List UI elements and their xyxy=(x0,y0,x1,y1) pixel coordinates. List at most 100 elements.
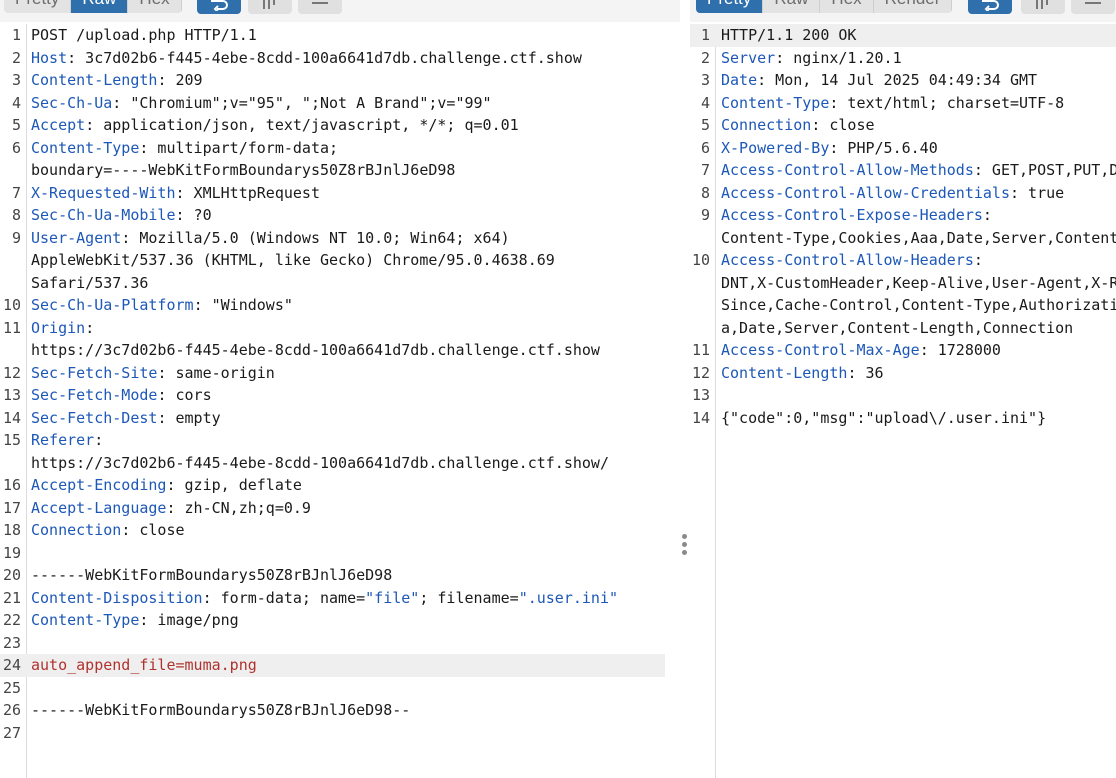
line-segment: : "Chromium";v="95", ";Not A Brand";v="9… xyxy=(112,93,492,112)
header-name: Accept xyxy=(31,116,86,134)
tab-hex[interactable]: Hex xyxy=(128,0,182,13)
pane-splitter[interactable] xyxy=(680,0,690,778)
header-name: Host xyxy=(31,48,68,67)
response-editor[interactable]: 1 HTTP/1.1 200 OK 2 Server: nginx/1.20.1 3 Da… xyxy=(690,24,1116,778)
response-view-tabs: Pretty Raw Hex Render xyxy=(696,0,953,13)
line-segment: https://3c7d02b6-f445-4ebe-8cdd-100a6641… xyxy=(31,341,600,359)
code-line: 17 Accept-Language: zh-CN,zh;q=0.9 xyxy=(0,497,680,520)
line-number: 5 xyxy=(11,116,21,134)
line-text: ------WebKitFormBoundarys50Z8rBJnlJ6eD98… xyxy=(31,699,410,722)
code-line: 7 Access-Control-Allow-Methods: GET,POST,… xyxy=(690,159,1116,182)
line-number: 4 xyxy=(11,93,21,112)
code-line: 4 Content-Type: text/html; charset=UTF-8 xyxy=(690,92,1116,115)
code-line: 2 Server: nginx/1.20.1 xyxy=(690,47,1116,70)
tab-render[interactable]: Render xyxy=(873,0,953,13)
line-segment: : xyxy=(973,251,983,269)
line-segment: : gzip, deflate xyxy=(166,476,302,494)
code-line: 24 auto_append_file=muma.png xyxy=(0,654,665,677)
response-menu-button[interactable] xyxy=(1071,0,1115,14)
header-name: Sec-Fetch-Site xyxy=(31,363,158,382)
code-line: 11 Access-Control-Max-Age: 1728000 xyxy=(690,339,1116,362)
request-menu-button[interactable] xyxy=(298,0,342,14)
line-number: 6 xyxy=(700,138,710,157)
code-line: 20 ------WebKitFormBoundarys50Z8rBJnlJ6eD… xyxy=(0,564,680,587)
code-line: 19 xyxy=(0,542,680,565)
line-segment: Safari/537.36 xyxy=(31,273,149,292)
line-number: 8 xyxy=(11,206,21,224)
header-name: Content-Type xyxy=(721,93,830,112)
code-line: 12 Sec-Fetch-Site: same-origin xyxy=(0,362,680,385)
line-segment: : Mon, 14 Jul 2025 04:49:34 GMT xyxy=(757,71,1038,89)
header-name: Connection xyxy=(31,521,122,539)
wrap-lines-button[interactable] xyxy=(197,0,241,14)
line-text: Sec-Ch-Ua-Platform: "Windows" xyxy=(31,294,293,317)
header-name: Accept-Language xyxy=(31,498,167,517)
code-line: 22 Content-Type: image/png xyxy=(0,609,680,632)
line-number: 5 xyxy=(700,116,710,134)
code-line: Since,Cache-Control,Content-Type,Authori… xyxy=(690,294,1116,317)
line-number: 23 xyxy=(2,633,21,652)
header-name: Connection xyxy=(721,116,812,134)
code-line: 12 Content-Length: 36 xyxy=(690,362,1116,385)
line-segment: : close xyxy=(121,521,185,539)
line-segment: "file" xyxy=(365,588,420,607)
tab-raw[interactable]: Raw xyxy=(763,0,821,13)
tab-pretty[interactable]: Pretty xyxy=(4,0,72,13)
line-number: 15 xyxy=(2,431,21,449)
line-segment: auto_append_file=muma.png xyxy=(31,656,257,674)
line-text: User-Agent: Mozilla/5.0 (Windows NT 10.0… xyxy=(31,227,510,250)
line-number: 11 xyxy=(2,318,21,337)
newline-button[interactable] xyxy=(1021,0,1065,14)
line-text: boundary=----WebKitFormBoundarys50Z8rBJn… xyxy=(31,159,455,182)
code-line: 2 Host: 3c7d02b6-f445-4ebe-8cdd-100a6641d… xyxy=(0,47,680,70)
wrap-lines-button[interactable] xyxy=(968,0,1012,14)
response-pane: Pretty Raw Hex Render 1HTTP/1.1 200 OK2S… xyxy=(690,0,1116,778)
header-name: Access-Control-Allow-Methods xyxy=(721,161,974,179)
header-name: Access-Control-Expose-Headers xyxy=(721,206,983,224)
line-number: 16 xyxy=(2,476,21,494)
line-text: DNT,X-CustomHeader,Keep-Alive,User-Agent… xyxy=(721,272,1116,295)
line-number: 20 xyxy=(2,566,21,584)
line-number: 9 xyxy=(700,206,710,224)
code-line: Content-Type,Cookies,Aaa,Date,Server,Con… xyxy=(690,227,1116,250)
line-text: Accept: application/json, text/javascrip… xyxy=(31,114,519,137)
request-editor[interactable]: 1 POST /upload.php HTTP/1.1 2 Host: 3c7d02b… xyxy=(0,24,680,778)
code-line: DNT,X-CustomHeader,Keep-Alive,User-Agent… xyxy=(690,272,1116,295)
line-text: Sec-Ch-Ua-Mobile: ?0 xyxy=(31,204,212,227)
line-text: Connection: close xyxy=(721,114,875,137)
line-segment: : ?0 xyxy=(175,206,212,224)
header-name: Sec-Ch-Ua xyxy=(31,93,113,112)
line-number: 14 xyxy=(691,408,710,427)
line-number: 14 xyxy=(2,408,21,427)
tab-hex[interactable]: Hex xyxy=(820,0,874,13)
line-segment: : application/json, text/javascript, */*… xyxy=(85,116,519,134)
tab-pretty[interactable]: Pretty xyxy=(696,0,764,13)
code-line: 5 Connection: close xyxy=(690,114,1116,137)
line-number: 8 xyxy=(700,183,710,202)
line-number: 13 xyxy=(691,386,710,404)
line-text: auto_append_file=muma.png xyxy=(31,654,257,677)
line-text: Access-Control-Allow-Credentials: true xyxy=(721,182,1064,205)
newline-button[interactable] xyxy=(248,0,292,14)
line-text: Referer: xyxy=(31,429,103,452)
code-line: Safari/537.36 xyxy=(0,272,680,295)
line-number: 2 xyxy=(11,48,21,67)
line-number: 2 xyxy=(700,48,710,67)
request-pane: Pretty Raw Hex 1 POST /upload.php HTTP/1.… xyxy=(0,0,680,778)
splitter-grip-dot xyxy=(682,542,687,547)
request-view-tabs: Pretty Raw Hex xyxy=(4,0,182,13)
code-line: 11 Origin: xyxy=(0,317,680,340)
line-segment: : xyxy=(85,318,95,337)
line-number: 19 xyxy=(2,543,21,562)
line-segment: a,Date,Server,Content-Length,Connection xyxy=(721,318,1074,337)
line-text: Accept-Encoding: gzip, deflate xyxy=(31,474,302,497)
line-segment: : nginx/1.20.1 xyxy=(775,48,902,67)
code-line: 21 Content-Disposition: form-data; name="… xyxy=(0,587,680,610)
line-segment: https://3c7d02b6-f445-4ebe-8cdd-100a6641… xyxy=(31,453,609,472)
line-text: Sec-Ch-Ua: "Chromium";v="95", ";Not A Br… xyxy=(31,92,492,115)
code-line: 1 POST /upload.php HTTP/1.1 xyxy=(0,24,680,47)
header-name: X-Powered-By xyxy=(721,138,830,157)
line-text: POST /upload.php HTTP/1.1 xyxy=(31,24,257,47)
line-segment: : GET,POST,PUT,D xyxy=(973,161,1116,179)
tab-raw[interactable]: Raw xyxy=(71,0,129,13)
